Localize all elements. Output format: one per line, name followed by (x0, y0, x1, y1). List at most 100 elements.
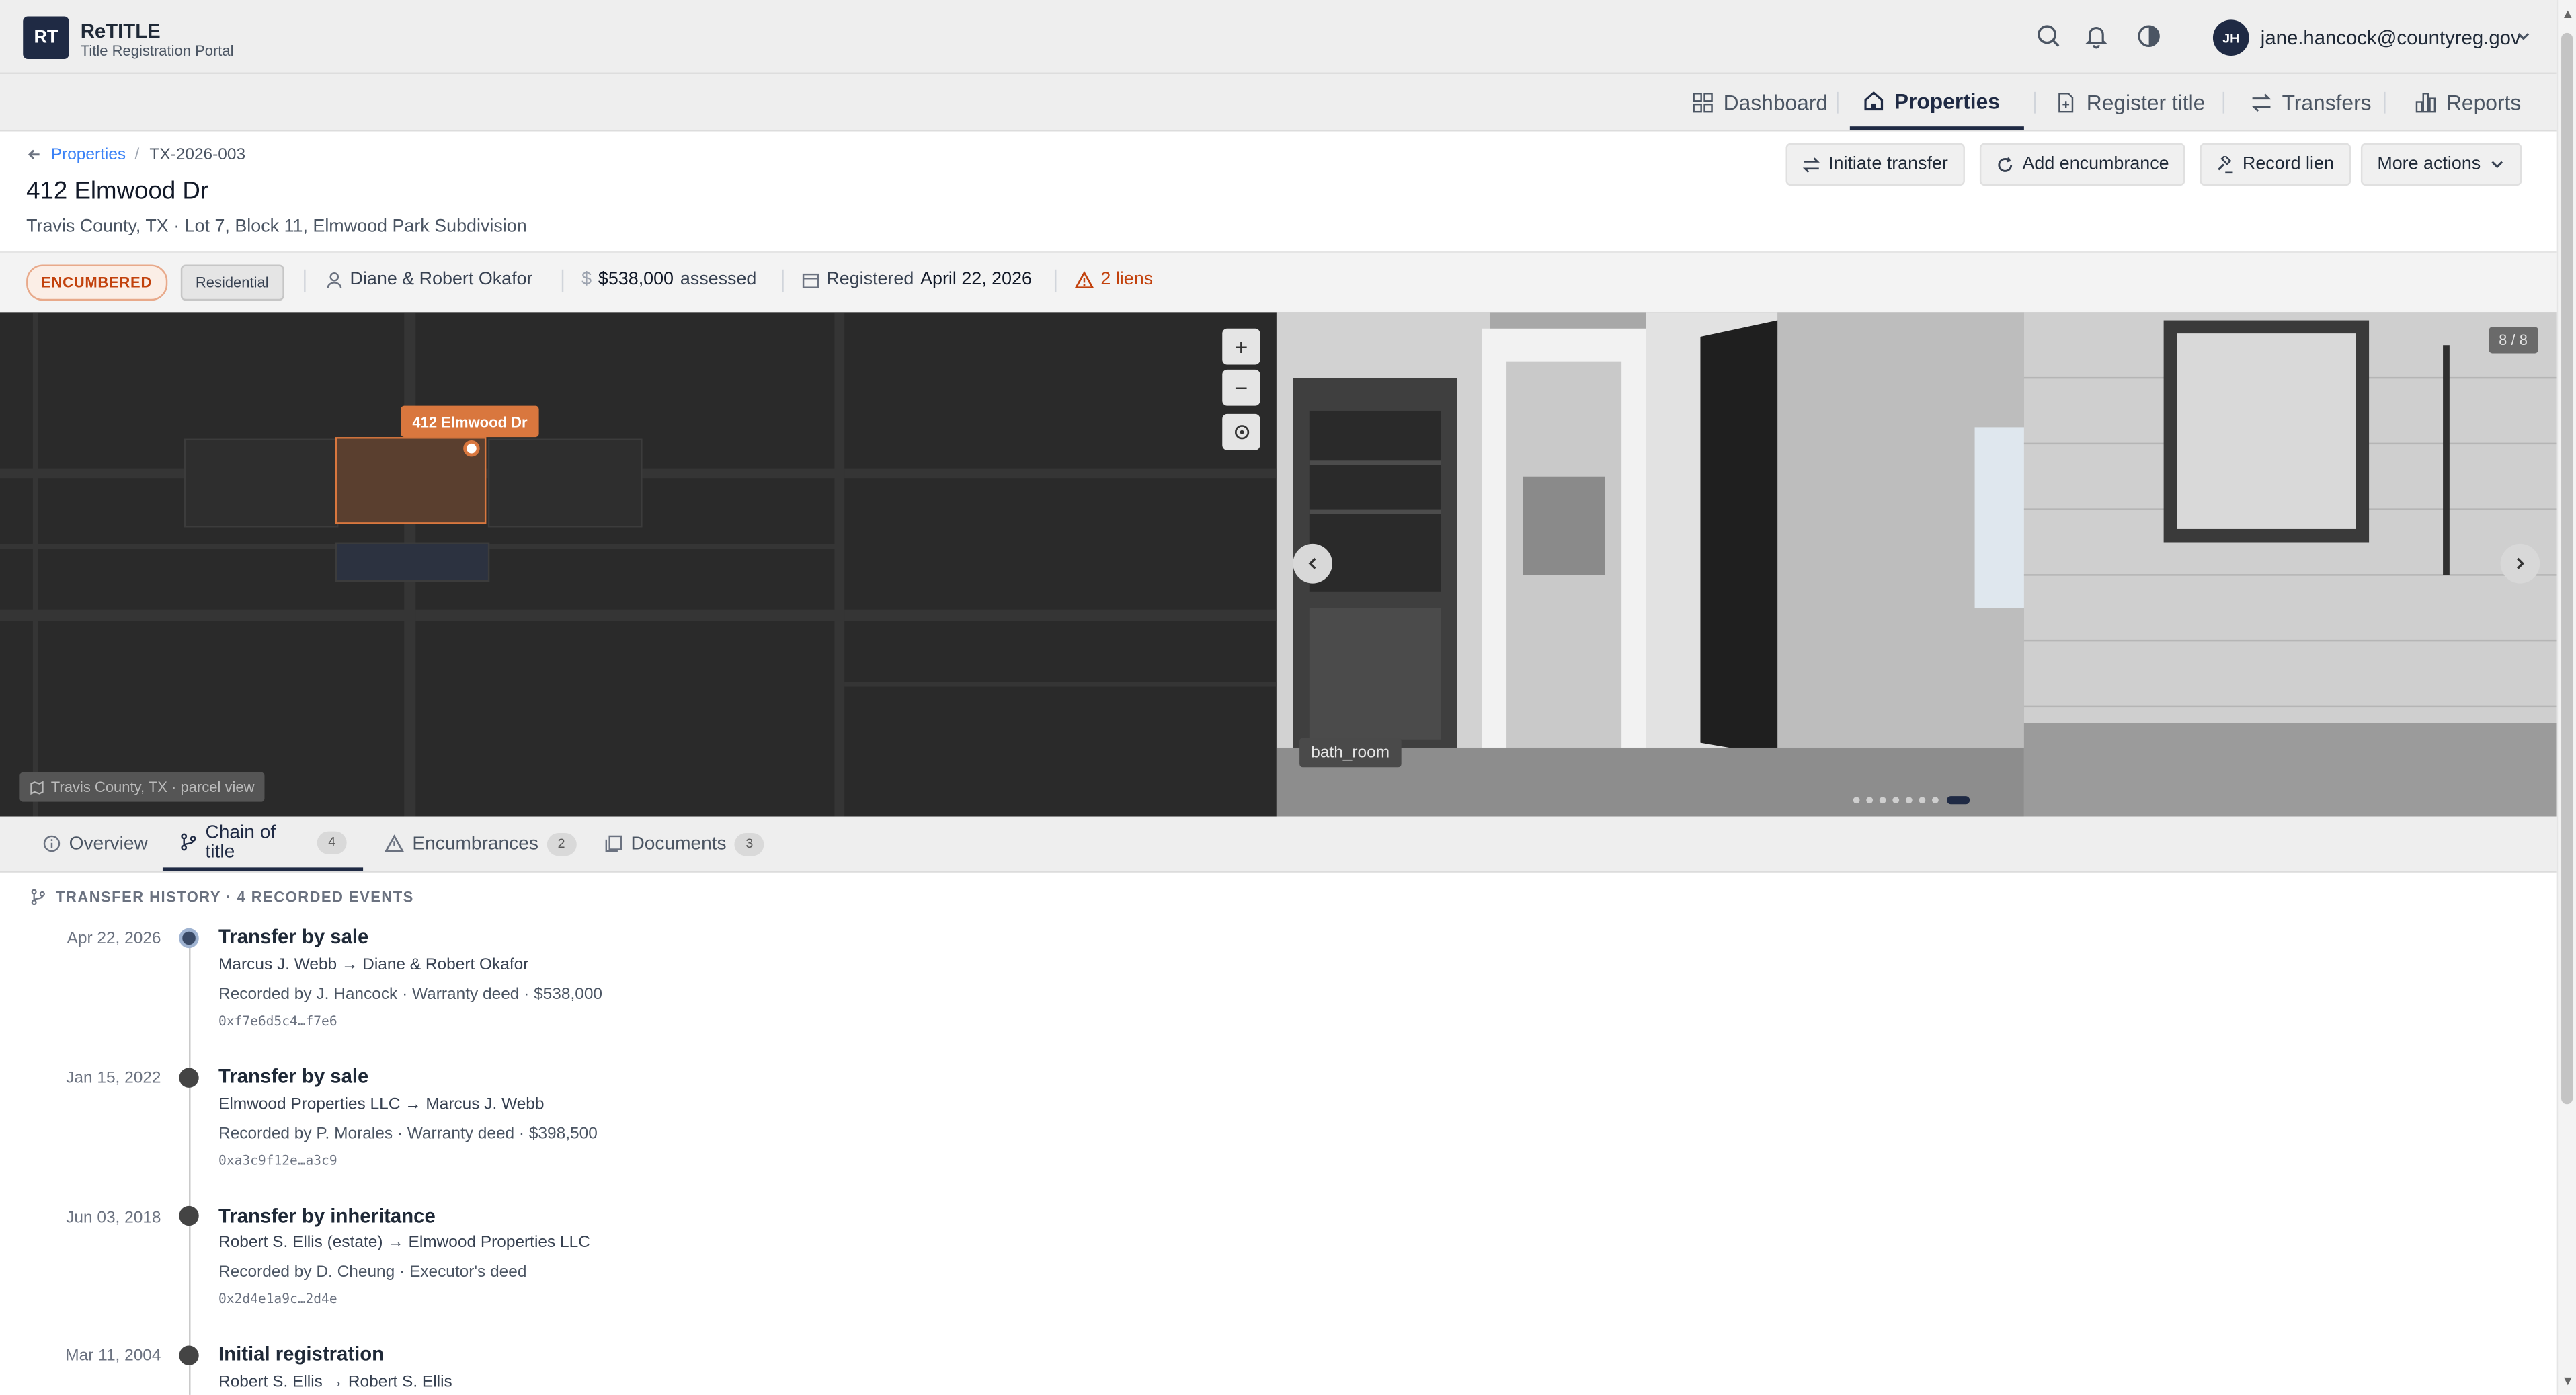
record-lien-label: Record lien (2242, 154, 2334, 175)
neighbor-parcel (335, 542, 490, 582)
timeline-line (189, 939, 191, 1395)
registered-date: April 22, 2026 (920, 269, 1032, 290)
registered-label: Registered (826, 269, 914, 290)
breadcrumb-separator: / (134, 146, 140, 165)
gallery-prev-button[interactable] (1293, 543, 1333, 584)
event-title: Initial registration (218, 1342, 385, 1365)
nav-transfers[interactable]: Transfers (2238, 74, 2385, 130)
tab-chain-of-title[interactable]: Chain of title 4 (162, 817, 364, 871)
neighbor-parcel (184, 438, 339, 528)
event-record: Recorded by P. Morales · Warranty deed ·… (218, 1125, 598, 1144)
home-icon (1863, 89, 1884, 111)
map-caption-text: Travis County, TX · parcel view (50, 779, 255, 795)
owners-meta: Diane & Robert Okafor (325, 270, 533, 289)
timeline-dot (179, 1068, 199, 1088)
scroll-down-icon[interactable]: ▼ (2560, 1373, 2576, 1388)
app-name: ReTITLE (80, 19, 161, 43)
user-email[interactable]: jane.hancock@countyreg.gov (2261, 26, 2521, 49)
nav-properties-label: Properties (1894, 87, 2000, 113)
transfer-history-heading: TRANSFER HISTORY · 4 RECORDED EVENTS (30, 889, 414, 906)
breadcrumb-properties-link[interactable]: Properties (51, 147, 126, 165)
meta-divider (561, 269, 564, 293)
bar-chart-icon (2415, 91, 2437, 113)
top-bar (0, 0, 2557, 74)
initiate-transfer-button[interactable]: Initiate transfer (1785, 143, 1965, 186)
property-legal-description: Travis County, TX · Lot 7, Block 11, Elm… (26, 216, 527, 237)
documents-icon (604, 835, 622, 853)
scrollbar-thumb[interactable] (2561, 32, 2573, 1105)
bell-icon[interactable] (2083, 23, 2109, 49)
nav-register-title[interactable]: Register title (2042, 74, 2218, 130)
event-title: Transfer by sale (218, 924, 369, 949)
event-parties: Elmwood Properties LLC → Marcus J. Webb (218, 1096, 545, 1114)
refresh-plus-icon (1996, 155, 2014, 173)
nav-divider (1837, 91, 1839, 114)
timeline-dot (179, 1205, 199, 1226)
locate-icon[interactable] (1222, 413, 1260, 450)
timeline-dot (179, 928, 199, 949)
add-encumbrance-button[interactable]: Add encumbrance (1979, 143, 2186, 186)
event-hash[interactable]: 0xf7e6d5c4…f7e6 (218, 1014, 337, 1029)
tab-documents[interactable]: Documents 3 (588, 817, 780, 871)
gavel-icon (2216, 155, 2235, 173)
more-actions-label: More actions (2377, 154, 2481, 175)
event-title: Transfer by inheritance (218, 1204, 436, 1228)
tab-encumbrances-label: Encumbrances (412, 834, 538, 854)
liens-count: 2 liens (1100, 269, 1154, 290)
theme-toggle-icon[interactable] (2136, 23, 2162, 49)
nav-reports[interactable]: Reports (2402, 74, 2534, 130)
record-lien-button[interactable]: Record lien (2200, 143, 2351, 186)
nav-transfers-label: Transfers (2282, 89, 2372, 114)
app-subtitle: Title Registration Portal (80, 42, 234, 59)
status-badge: ENCUMBERED (26, 264, 167, 301)
event-title: Transfer by sale (218, 1064, 369, 1088)
tab-overview-label: Overview (69, 834, 148, 854)
nav-properties[interactable]: Properties (1849, 74, 2024, 130)
transfer-history-heading-text: TRANSFER HISTORY · 4 RECORDED EVENTS (56, 889, 414, 906)
avatar[interactable]: JH (2212, 19, 2249, 56)
branch-icon (30, 889, 46, 906)
registered-meta: Registered April 22, 2026 (802, 270, 1032, 289)
event-hash[interactable]: 0xa3c9f12e…a3c9 (218, 1154, 337, 1168)
chevron-down-icon[interactable] (2515, 28, 2532, 44)
warning-icon (385, 834, 405, 853)
transfer-arrows-icon (1802, 155, 1820, 173)
timeline-dot (179, 1345, 199, 1365)
event-parties: Robert S. Ellis → Robert S. Ellis (218, 1373, 452, 1392)
location-pin-icon[interactable] (463, 440, 480, 457)
meta-divider (304, 269, 306, 293)
zoom-in-button[interactable]: + (1222, 328, 1260, 365)
dollar-icon: $ (581, 269, 592, 290)
gallery-caption: bath_room (1299, 738, 1402, 768)
nav-dashboard[interactable]: Dashboard (1679, 74, 1841, 130)
gallery-dots[interactable] (1851, 795, 1983, 805)
gallery-next-button[interactable] (2500, 543, 2540, 584)
event-date: Mar 11, 2004 (65, 1347, 161, 1365)
liens-meta[interactable]: 2 liens (1074, 270, 1153, 289)
app-logo[interactable]: RT (23, 16, 69, 59)
tab-documents-label: Documents (631, 834, 727, 854)
scroll-up-icon[interactable]: ▲ (2560, 7, 2576, 22)
gallery-counter: 8 / 8 (2489, 327, 2538, 354)
meta-divider (1054, 269, 1057, 293)
calendar-icon (802, 270, 820, 288)
grid-icon (1692, 91, 1714, 113)
nav-dashboard-label: Dashboard (1723, 89, 1828, 114)
event-record: Recorded by D. Cheung · Executor's deed (218, 1263, 527, 1282)
parcel-map[interactable] (0, 312, 1277, 817)
tab-encumbrances[interactable]: Encumbrances 2 (368, 817, 592, 871)
nav-divider (2222, 91, 2225, 114)
event-hash[interactable]: 0x2d4e1a9c…2d4e (218, 1291, 337, 1306)
more-actions-button[interactable]: More actions (2360, 143, 2522, 186)
tab-count-badge: 4 (317, 830, 347, 854)
tab-count-badge: 2 (547, 832, 577, 856)
search-icon[interactable] (2036, 23, 2062, 49)
file-plus-icon (2055, 91, 2077, 113)
transfer-arrows-icon (2251, 91, 2272, 113)
nav-divider (2384, 91, 2386, 114)
zoom-out-button[interactable]: − (1222, 369, 1260, 406)
tab-chain-label: Chain of title (205, 822, 276, 862)
tab-overview[interactable]: Overview (26, 817, 164, 871)
back-arrow-icon[interactable] (26, 147, 42, 163)
parcel-pin-label[interactable]: 412 Elmwood Dr (401, 405, 539, 438)
